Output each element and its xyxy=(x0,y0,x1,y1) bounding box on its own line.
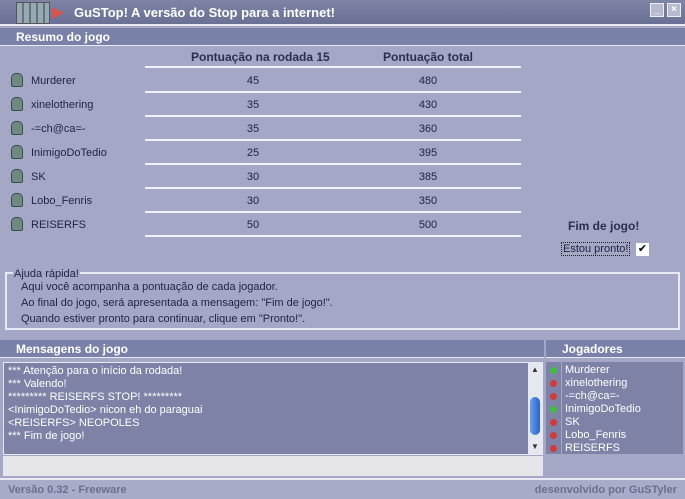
total-score: 385 xyxy=(418,171,438,183)
message-line: *** Atenção para o início da rodada! xyxy=(8,365,183,377)
round-score: 25 xyxy=(246,147,260,159)
message-line: <InimigoDoTedio> nicon eh do paraguai xyxy=(8,404,203,416)
score-row: Lobo_Fenris 30 350 xyxy=(0,189,560,213)
divider xyxy=(145,235,521,237)
players-header: Jogadores xyxy=(546,340,685,358)
quick-help-legend: Ajuda rápida! xyxy=(13,266,80,282)
not-ready-status-icon xyxy=(550,432,557,439)
score-row: xinelothering 35 430 xyxy=(0,93,560,117)
player-status-column xyxy=(546,362,561,454)
version-label: Versão 0.32 - Freeware xyxy=(8,484,127,496)
message-input[interactable] xyxy=(3,456,543,476)
player-icon xyxy=(11,73,23,87)
ready-status-icon xyxy=(550,406,557,413)
player-list-item[interactable]: InimigoDoTedio xyxy=(565,403,680,416)
player-list-item[interactable]: SK xyxy=(565,416,680,429)
player-list-item[interactable]: REISERFS xyxy=(565,442,680,455)
help-line: Aqui você acompanha a pontuação de cada … xyxy=(21,281,278,293)
round-score: 30 xyxy=(246,171,260,183)
total-score: 360 xyxy=(418,123,438,135)
close-button[interactable]: × xyxy=(667,3,681,17)
total-score: 350 xyxy=(418,195,438,207)
player-icon xyxy=(11,193,23,207)
help-line: Ao final do jogo, será apresentada a men… xyxy=(21,297,333,309)
total-score: 480 xyxy=(418,75,438,87)
ready-checkbox[interactable]: ✔ xyxy=(636,243,649,256)
score-row: SK 30 385 xyxy=(0,165,560,189)
summary-header: Resumo do jogo xyxy=(0,28,685,46)
quick-help-box: Ajuda rápida! Aqui você acompanha a pont… xyxy=(5,266,680,330)
total-score: 395 xyxy=(418,147,438,159)
credit-label: desenvolvido por GuSTyler xyxy=(534,484,677,496)
arrow-icon xyxy=(52,7,64,19)
message-line: <REISERFS> NEOPOLES xyxy=(8,417,140,429)
messages-log[interactable]: *** Atenção para o início da rodada! *** … xyxy=(3,362,543,455)
help-line: Quando estiver pronto para continuar, cl… xyxy=(21,313,306,325)
player-icon xyxy=(11,145,23,159)
total-score-header: Pontuação total xyxy=(383,50,474,64)
scroll-down-icon[interactable]: ▼ xyxy=(531,440,539,453)
scroll-thumb[interactable] xyxy=(530,397,540,435)
player-icon xyxy=(11,97,23,111)
title-bar: GuSTop! A versão do Stop para a internet… xyxy=(0,0,685,26)
score-row: Murderer 45 480 xyxy=(0,69,560,93)
footer: Versão 0.32 - Freeware desenvolvido por … xyxy=(0,478,685,499)
messages-scrollbar[interactable]: ▲ ▼ xyxy=(528,363,542,454)
player-icon xyxy=(11,121,23,135)
minimize-button[interactable]: _ xyxy=(650,3,664,17)
scroll-up-icon[interactable]: ▲ xyxy=(528,363,542,376)
player-name: Lobo_Fenris xyxy=(31,195,93,207)
not-ready-status-icon xyxy=(550,445,557,452)
player-list-item[interactable]: -=ch@ca=- xyxy=(565,390,680,403)
divider xyxy=(145,66,521,68)
game-over-label: Fim de jogo! xyxy=(568,219,640,233)
round-score: 50 xyxy=(246,219,260,231)
round-score-header: Pontuação na rodada 15 xyxy=(191,50,330,64)
players-list: Murderer xinelothering -=ch@ca=- InimigoDoT… xyxy=(562,362,683,454)
not-ready-status-icon xyxy=(550,393,557,400)
score-row: -=ch@ca=- 35 360 xyxy=(0,117,560,141)
message-line: *** Fim de jogo! xyxy=(8,430,85,442)
player-name: xinelothering xyxy=(31,99,94,111)
total-score: 430 xyxy=(418,99,438,111)
app-logo-icon xyxy=(16,2,50,24)
player-icon xyxy=(11,169,23,183)
message-line: ********* REISERFS STOP! ********* xyxy=(8,391,183,403)
message-line: *** Valendo! xyxy=(8,378,67,390)
round-score: 45 xyxy=(246,75,260,87)
player-list-item[interactable]: Murderer xyxy=(565,364,680,377)
score-row: InimigoDoTedio 25 395 xyxy=(0,141,560,165)
total-score: 500 xyxy=(418,219,438,231)
player-name: -=ch@ca=- xyxy=(31,123,86,135)
player-name: InimigoDoTedio xyxy=(31,147,107,159)
round-score: 35 xyxy=(246,123,260,135)
not-ready-status-icon xyxy=(550,380,557,387)
round-score: 35 xyxy=(246,99,260,111)
player-name: REISERFS xyxy=(31,219,87,231)
messages-header: Mensagens do jogo xyxy=(0,340,544,358)
player-name: Murderer xyxy=(31,75,76,87)
player-list-item[interactable]: xinelothering xyxy=(565,377,680,390)
window-title: GuSTop! A versão do Stop para a internet… xyxy=(74,5,335,20)
player-icon xyxy=(11,217,23,231)
round-score: 30 xyxy=(246,195,260,207)
not-ready-status-icon xyxy=(550,419,557,426)
ready-label[interactable]: Estou pronto! xyxy=(561,242,631,256)
player-list-item[interactable]: Lobo_Fenris xyxy=(565,429,680,442)
score-row: REISERFS 50 500 xyxy=(0,213,560,237)
ready-status-icon xyxy=(550,367,557,374)
player-name: SK xyxy=(31,171,46,183)
